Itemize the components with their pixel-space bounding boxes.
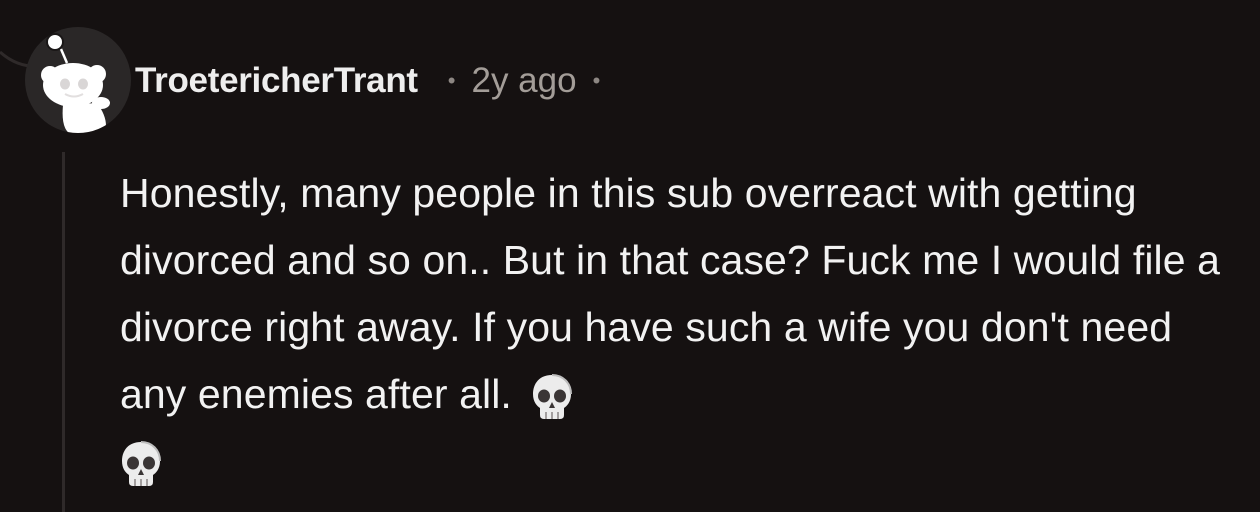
snoo-avatar-icon	[41, 33, 110, 133]
separator-dot: •	[592, 68, 601, 93]
skull-icon	[122, 441, 161, 487]
username-link[interactable]: TroetericherTrant	[135, 61, 418, 101]
comment: TroetericherTrant • 2y ago • Honestly, m…	[0, 0, 1260, 512]
comment-meta: TroetericherTrant • 2y ago •	[135, 56, 600, 106]
thread-line[interactable]	[62, 152, 65, 512]
comment-text: Honestly, many people in this sub overre…	[120, 170, 1221, 417]
timestamp: 2y ago	[471, 61, 577, 100]
skull-icon	[533, 374, 573, 420]
separator-dot: •	[447, 68, 456, 93]
avatar[interactable]	[25, 27, 131, 133]
comment-body: Honestly, many people in this sub overre…	[120, 160, 1240, 495]
